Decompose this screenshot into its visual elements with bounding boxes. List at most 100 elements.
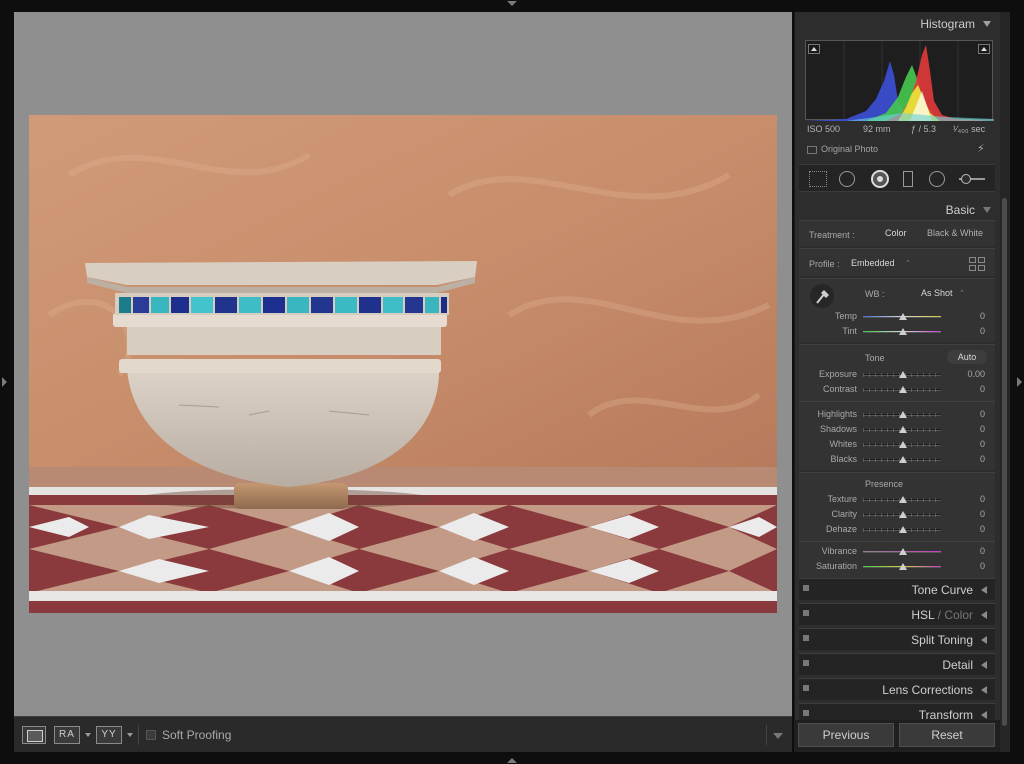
exif-shutter: ¹⁄₄₀₀ sec <box>953 124 986 134</box>
contrast-slider[interactable] <box>863 386 941 394</box>
presence-label: Presence <box>865 479 904 489</box>
shadow-clipping-toggle-icon[interactable] <box>808 44 820 54</box>
detail-panel-header[interactable]: Detail <box>799 653 995 675</box>
contrast-label: Contrast <box>822 384 857 394</box>
tone-curve-panel-header[interactable]: Tone Curve <box>799 578 995 600</box>
wb-dropdown[interactable]: As Shot <box>921 288 953 298</box>
lens-corrections-panel-header[interactable]: Lens Corrections <box>799 678 995 700</box>
expand-triangle-icon[interactable] <box>981 636 987 644</box>
lightning-icon[interactable]: ⚡ <box>977 142 985 155</box>
before-after-lr-button[interactable]: RA <box>54 726 80 744</box>
highlights-slider[interactable] <box>863 411 941 419</box>
graduated-filter-icon[interactable] <box>903 171 913 187</box>
swap-dropdown-icon[interactable] <box>127 733 133 737</box>
adjustment-brush-icon[interactable] <box>959 174 985 184</box>
texture-value[interactable]: 0 <box>959 494 985 504</box>
profile-updown-icon[interactable]: ⌃ <box>905 259 911 267</box>
wb-updown-icon[interactable]: ⌃ <box>959 289 965 297</box>
histogram-graph[interactable] <box>805 40 994 121</box>
panel-switch-icon[interactable] <box>803 610 809 616</box>
before-after-dropdown-icon[interactable] <box>85 733 91 737</box>
original-photo-label: Original Photo <box>821 144 879 154</box>
radial-filter-icon[interactable] <box>929 171 945 187</box>
panel-scrollbar[interactable] <box>1000 12 1010 752</box>
blacks-value[interactable]: 0 <box>959 454 985 464</box>
photo-preview[interactable] <box>29 115 777 613</box>
clarity-value[interactable]: 0 <box>959 509 985 519</box>
profile-label: Profile : <box>809 259 840 269</box>
expand-triangle-icon[interactable] <box>981 686 987 694</box>
right-panel-toggle-icon[interactable] <box>1017 377 1022 387</box>
whites-slider[interactable] <box>863 441 941 449</box>
contrast-value[interactable]: 0 <box>959 384 985 394</box>
hsl-panel-header[interactable]: HSL / Color <box>799 603 995 625</box>
reset-button[interactable]: Reset <box>899 723 995 747</box>
expand-triangle-icon[interactable] <box>981 711 987 719</box>
before-after-swap-button[interactable]: YY <box>96 726 122 744</box>
soft-proofing-checkbox[interactable] <box>146 730 156 740</box>
profile-dropdown[interactable]: Embedded <box>851 258 895 268</box>
vibrance-value[interactable]: 0 <box>959 546 985 556</box>
eyedropper-icon[interactable] <box>809 283 835 309</box>
temp-slider[interactable] <box>863 313 941 321</box>
highlight-clipping-toggle-icon[interactable] <box>978 44 990 54</box>
previous-button[interactable]: Previous <box>798 723 894 747</box>
clarity-slider[interactable] <box>863 511 941 519</box>
panel-switch-icon[interactable] <box>803 635 809 641</box>
shadows-value[interactable]: 0 <box>959 424 985 434</box>
expand-triangle-icon[interactable] <box>981 586 987 594</box>
split-toning-panel-header[interactable]: Split Toning <box>799 628 995 650</box>
exif-aperture: ƒ / 5.3 <box>911 124 937 134</box>
divider <box>799 541 995 542</box>
vibrance-slider[interactable] <box>863 548 941 556</box>
loupe-view-button[interactable] <box>22 726 46 744</box>
left-panel-toggle-icon[interactable] <box>2 377 7 387</box>
tint-slider[interactable] <box>863 328 941 336</box>
shadows-slider[interactable] <box>863 426 941 434</box>
exposure-label: Exposure <box>818 369 857 379</box>
highlights-value[interactable]: 0 <box>959 409 985 419</box>
collapse-triangle-icon[interactable] <box>983 207 991 213</box>
profile-browser-icon[interactable] <box>969 257 985 271</box>
texture-slider[interactable] <box>863 496 941 504</box>
hsl-tab[interactable]: HSL <box>911 608 934 622</box>
panel-switch-icon[interactable] <box>803 585 809 591</box>
soft-proofing-label: Soft Proofing <box>162 728 232 742</box>
red-eye-icon[interactable] <box>871 170 889 188</box>
white-balance-section: WB : As Shot ⌃ Temp 0 Tint 0 <box>799 278 995 342</box>
image-canvas[interactable] <box>14 12 792 716</box>
expand-triangle-icon[interactable] <box>981 611 987 619</box>
panel-switch-icon[interactable] <box>803 660 809 666</box>
collapse-triangle-icon[interactable] <box>983 21 991 27</box>
expand-triangle-icon[interactable] <box>981 661 987 669</box>
auto-tone-button[interactable]: Auto <box>947 350 987 364</box>
crop-overlay-icon[interactable] <box>809 171 827 187</box>
dehaze-slider[interactable] <box>863 526 941 534</box>
treatment-color-button[interactable]: Color <box>885 228 907 238</box>
dehaze-value[interactable]: 0 <box>959 524 985 534</box>
scrollbar-thumb[interactable] <box>1002 198 1007 726</box>
bottom-panel-toggle-icon[interactable] <box>507 758 517 763</box>
saturation-value[interactable]: 0 <box>959 561 985 571</box>
color-tab[interactable]: Color <box>944 608 973 622</box>
panel-switch-icon[interactable] <box>803 685 809 691</box>
blacks-slider[interactable] <box>863 456 941 464</box>
basic-header[interactable]: Basic <box>795 198 1000 222</box>
histogram-title: Histogram <box>920 17 975 31</box>
panel-bottom-buttons: Previous Reset <box>794 720 1000 752</box>
temp-value[interactable]: 0 <box>959 311 985 321</box>
treatment-bw-button[interactable]: Black & White <box>927 228 983 238</box>
saturation-slider[interactable] <box>863 563 941 571</box>
panel-switch-icon[interactable] <box>803 710 809 716</box>
whites-value[interactable]: 0 <box>959 439 985 449</box>
histogram-header[interactable]: Histogram <box>795 12 1000 36</box>
toolbar-menu-icon[interactable] <box>766 725 786 745</box>
exposure-slider[interactable] <box>863 371 941 379</box>
tint-value[interactable]: 0 <box>959 326 985 336</box>
exposure-value[interactable]: 0.00 <box>955 369 985 379</box>
tone-section: Tone Auto Exposure 0.00 Contrast 0 Highl… <box>799 344 995 470</box>
histogram-plot <box>806 41 994 121</box>
vibrance-label: Vibrance <box>821 546 857 556</box>
spot-removal-icon[interactable] <box>839 171 855 187</box>
top-panel-toggle-icon[interactable] <box>507 1 517 6</box>
